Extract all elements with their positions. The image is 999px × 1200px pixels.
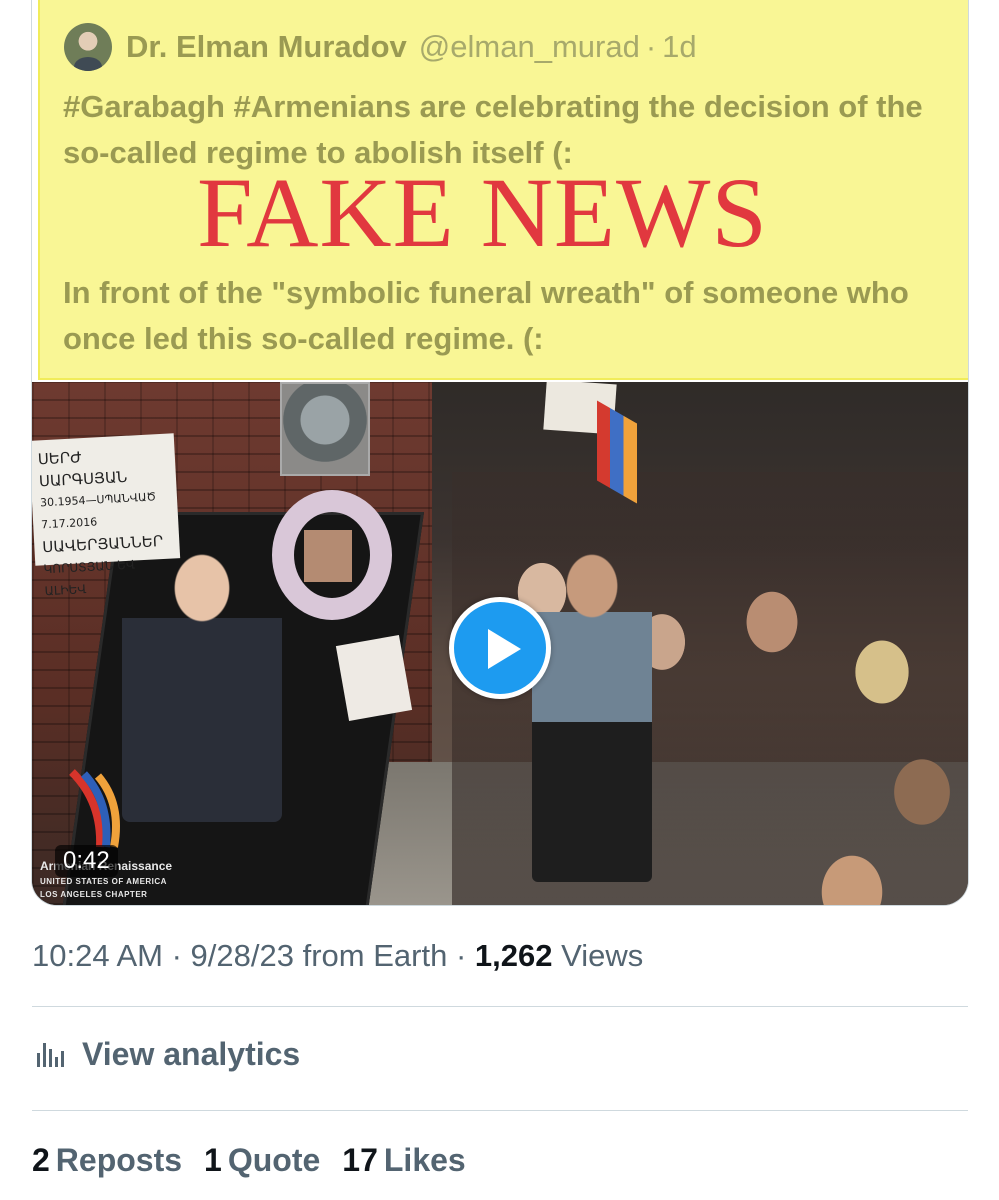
tweet-date[interactable]: 9/28/23 — [191, 938, 294, 973]
play-icon — [488, 629, 521, 669]
view-analytics-button[interactable]: View analytics — [32, 1032, 300, 1076]
quotes-count: 1 — [204, 1142, 222, 1178]
tweet-source: from Earth — [302, 938, 448, 973]
sign-line: ԿՈՐՍՏՅԱՆ ԵՎ ԱԼԻԵՎ — [43, 557, 136, 599]
engagement-stats: 2 Reposts 1 Quote 17 Likes — [32, 1138, 488, 1182]
video-player[interactable]: ՍԵՐԺ ՍԱՐԳՍՅԱՆ 30.1954—ՍՊԱՆՎԱԾ 7.17.2016 … — [32, 382, 968, 905]
quotes-label: Quote — [227, 1142, 321, 1178]
meta-separator: · — [447, 938, 475, 973]
likes-stat[interactable]: 17 Likes — [342, 1138, 465, 1182]
tweet-detail: Dr. Elman Muradov @elman_murad · 1d #Gar… — [0, 0, 999, 1200]
video-dancing-man — [532, 552, 652, 882]
watermark-logo-icon — [69, 769, 120, 848]
view-analytics-label: View analytics — [82, 1035, 301, 1072]
watermark-line-2: UNITED STATES OF AMERICA — [40, 877, 167, 886]
video-small-sign — [335, 635, 413, 721]
watermark-line-3: LOS ANGELES CHAPTER — [40, 890, 148, 899]
likes-label: Likes — [383, 1142, 466, 1178]
reposts-label: Reposts — [55, 1142, 183, 1178]
tweet-time-ago[interactable]: 1d — [662, 29, 696, 65]
author-handle[interactable]: @elman_murad — [419, 29, 640, 65]
likes-count: 17 — [342, 1142, 378, 1178]
video-duration: 0:42 — [55, 845, 118, 877]
meta-separator: · — [162, 938, 191, 973]
views-label: Views — [561, 938, 644, 973]
quoted-tweet-header: Dr. Elman Muradov @elman_murad · 1d — [64, 22, 697, 72]
views-count: 1,262 — [474, 938, 553, 973]
bar-chart-icon — [37, 1043, 64, 1067]
reposts-stat[interactable]: 2 Reposts — [32, 1138, 182, 1182]
video-window — [280, 382, 370, 476]
sign-line: 30.1954—ՍՊԱՆՎԱԾ 7.17.2016 — [39, 490, 157, 532]
quoted-tweet-text-2: In front of the "symbolic funeral wreath… — [63, 275, 909, 356]
avatar[interactable] — [64, 23, 112, 71]
video-memorial-sign: ՍԵՐԺ ՍԱՐԳՍՅԱՆ 30.1954—ՍՊԱՆՎԱԾ 7.17.2016 … — [32, 433, 181, 598]
tweet-time[interactable]: 10:24 AM — [32, 938, 163, 973]
reposts-count: 2 — [32, 1142, 50, 1178]
divider — [32, 1110, 968, 1111]
sign-line: ՍԵՐԺ ՍԱՐԳՍՅԱՆ — [37, 448, 128, 491]
fake-news-stamp: FAKE NEWS — [197, 157, 769, 268]
header-separator: · — [645, 29, 657, 64]
author-name[interactable]: Dr. Elman Muradov — [126, 29, 407, 65]
divider — [32, 1006, 968, 1007]
quotes-stat[interactable]: 1 Quote — [204, 1138, 320, 1182]
tweet-meta: 10:24 AM · 9/28/23 from Earth · 1,262 Vi… — [32, 935, 643, 977]
video-wreath-photo — [304, 530, 352, 582]
quoted-tweet-card[interactable]: Dr. Elman Muradov @elman_murad · 1d #Gar… — [31, 0, 969, 906]
play-button[interactable] — [449, 597, 551, 699]
